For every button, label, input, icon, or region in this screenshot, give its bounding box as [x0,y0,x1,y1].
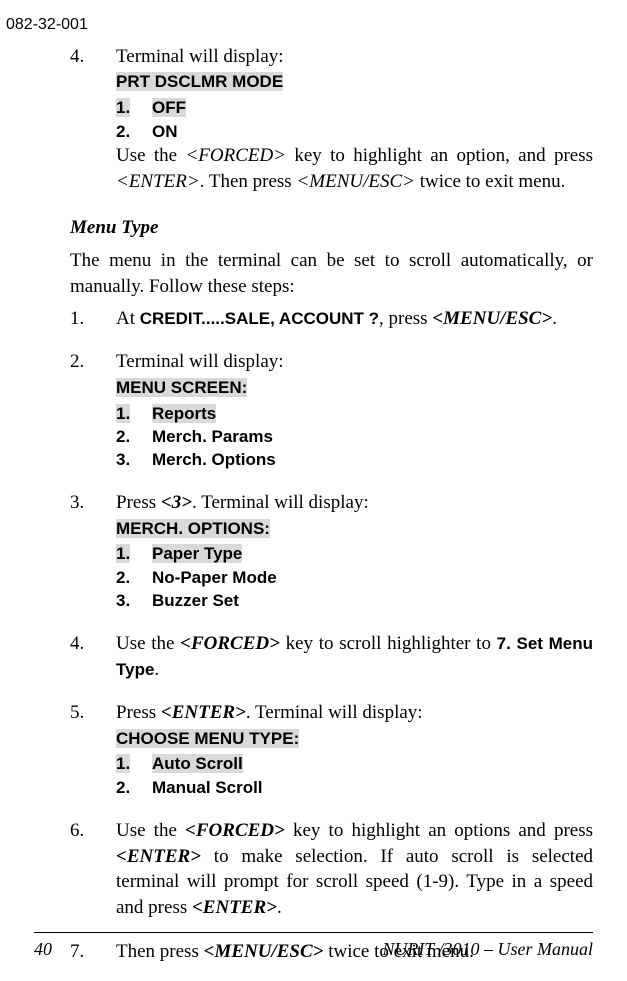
opt: No-Paper Mode [152,567,277,590]
n: 3. [116,590,152,613]
key: <FORCED> [180,633,280,654]
step-number: 2. [70,349,116,472]
step-body: Press <3>. Terminal will display: MERCH.… [116,490,593,613]
opt: Manual Scroll [152,777,263,800]
opt: Paper Type [152,544,242,563]
n: 2. [116,777,152,800]
t: key to scroll highlighter to [280,633,497,654]
t: key to highlight an options and press [285,820,593,841]
page-number: 40 [34,937,52,961]
menu-type-steps: 1. At CREDIT.....SALE, ACCOUNT ?, press … [34,306,593,965]
n: 1. [116,404,130,423]
step-body: Terminal will display: PRT DSCLMR MODE 1… [116,44,593,195]
t: Press [116,492,161,513]
step4-intro: Terminal will display: [116,44,593,70]
opt: Buzzer Set [152,590,239,613]
prompt: CREDIT.....SALE, ACCOUNT ? [140,309,379,328]
key: <FORCED> [185,145,286,166]
n: 2. [116,567,152,590]
step4-instruction: Use the <FORCED> key to highlight an opt… [116,143,593,194]
t: twice to exit menu. [415,171,565,192]
display-title: MERCH. OPTIONS: [116,519,270,538]
t: User Manual [493,939,593,959]
mstep-1: 1. At CREDIT.....SALE, ACCOUNT ?, press … [70,306,593,332]
mstep-6: 6. Use the <FORCED> key to highlight an … [70,818,593,921]
page-content: 4. Terminal will display: PRT DSCLMR MOD… [34,44,593,195]
dash: ⎯ [484,939,493,959]
t: NURIT /3010 [382,939,484,959]
step-body: Press <ENTER>. Terminal will display: CH… [116,700,593,800]
step-body: Use the <FORCED> key to scroll highlight… [116,631,593,682]
t: , press [379,308,432,329]
t: Press [116,702,161,723]
opt: Merch. Options [152,449,276,472]
display-option: ON [152,121,178,144]
line: Press <ENTER>. Terminal will display: [116,700,593,726]
t: . [154,659,159,680]
n: 3. [116,449,152,472]
t: . Terminal will display: [192,492,369,513]
t: key to highlight an option, and press [286,145,593,166]
display-option: OFF [152,98,186,117]
step-4: 4. Terminal will display: PRT DSCLMR MOD… [70,44,593,195]
display-line: PRT DSCLMR MODE [116,72,283,91]
display-num: 2. [116,121,152,144]
step-body: At CREDIT.....SALE, ACCOUNT ?, press <ME… [116,306,593,332]
key: <FORCED> [185,820,285,841]
mstep-4: 4. Use the <FORCED> key to scroll highli… [70,631,593,682]
intro: Terminal will display: [116,349,593,375]
mstep-5: 5. Press <ENTER>. Terminal will display:… [70,700,593,800]
display-num: 1. [116,98,130,117]
key: <ENTER> [116,846,201,867]
key: <MENU/ESC> [296,171,415,192]
key: <ENTER> [161,702,246,723]
step-number: 6. [70,818,116,921]
t: . [277,897,282,918]
step-body: Terminal will display: MENU SCREEN: 1. Re… [116,349,593,472]
key: <ENTER> [192,897,277,918]
step-number: 5. [70,700,116,800]
step-number: 4. [70,44,116,195]
display-title: MENU SCREEN: [116,378,247,397]
t: Use the [116,820,185,841]
menu-type-para: The menu in the terminal can be set to s… [34,248,593,299]
step-body: Use the <FORCED> key to highlight an opt… [116,818,593,921]
opt: Merch. Params [152,426,273,449]
t: . Then press [200,171,297,192]
line: Press <3>. Terminal will display: [116,490,593,516]
opt: Auto Scroll [152,754,243,773]
mstep-2: 2. Terminal will display: MENU SCREEN: 1… [70,349,593,472]
display-title: CHOOSE MENU TYPE: [116,729,299,748]
key: <ENTER> [116,171,200,192]
t: Use the [116,145,185,166]
t: Use the [116,633,180,654]
step-number: 4. [70,631,116,682]
mstep-3: 3. Press <3>. Terminal will display: MER… [70,490,593,613]
t: . [552,308,557,329]
page-footer: 40 NURIT /3010 ⎯ User Manual [34,932,593,961]
opt: Reports [152,404,216,423]
step-number: 1. [70,306,116,332]
t: At [116,308,140,329]
section-heading-menu-type: Menu Type [34,215,593,241]
key: <3> [161,492,192,513]
step-number: 3. [70,490,116,613]
n: 1. [116,544,130,563]
n: 2. [116,426,152,449]
t: . Terminal will display: [246,702,423,723]
doc-id: 082-32-001 [6,14,593,36]
key: <MENU/ESC> [432,308,552,329]
n: 1. [116,754,130,773]
footer-title: NURIT /3010 ⎯ User Manual [382,937,593,961]
